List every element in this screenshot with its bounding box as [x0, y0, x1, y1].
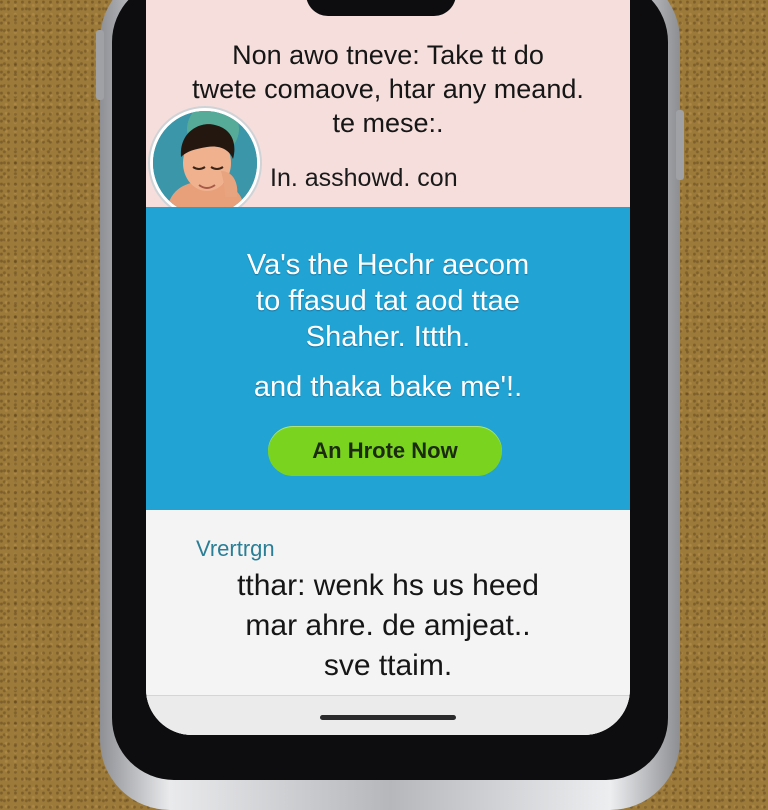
user-avatar-icon[interactable]: [150, 108, 260, 218]
profile-handle[interactable]: In. asshowd. con: [270, 164, 458, 193]
promo-section: Va's the Hechr aecom to ffasud tat aod t…: [146, 207, 630, 510]
phone-screen: Non awo tneve: Take tt do twete comaove,…: [146, 0, 630, 735]
home-indicator[interactable]: [320, 715, 456, 720]
header-section: Non awo tneve: Take tt do twete comaove,…: [146, 0, 630, 218]
promo-text: Va's the Hechr aecom to ffasud tat aod t…: [146, 247, 630, 405]
footer-line: mar ahre. de amjeat..: [245, 609, 531, 642]
camera-notch: [306, 0, 456, 16]
promo-line: Shaher. Ittth.: [305, 321, 471, 353]
headline-line: twete comaove, htar any meand.: [192, 74, 584, 104]
footer-text: tthar: wenk hs us heed mar ahre. de amje…: [146, 566, 630, 686]
volume-button: [96, 30, 104, 100]
promo-line: to ffasud tat aod ttae: [256, 285, 520, 317]
cta-button[interactable]: An Hrote Now: [268, 426, 502, 476]
footer-section: Vrertrgn tthar: wenk hs us heed mar ahre…: [146, 510, 630, 735]
promo-line: and thaka bake me'!.: [253, 371, 523, 403]
bottom-bar: [146, 695, 630, 735]
power-button: [676, 110, 684, 180]
headline-line: Non awo tneve: Take tt do: [232, 40, 544, 70]
footer-line: tthar: wenk hs us heed: [237, 569, 539, 602]
footer-label: Vrertrgn: [196, 536, 275, 561]
promo-line: Va's the Hechr aecom: [246, 249, 530, 281]
footer-line: sve ttaim.: [323, 649, 453, 682]
avatar-image: [153, 111, 257, 215]
